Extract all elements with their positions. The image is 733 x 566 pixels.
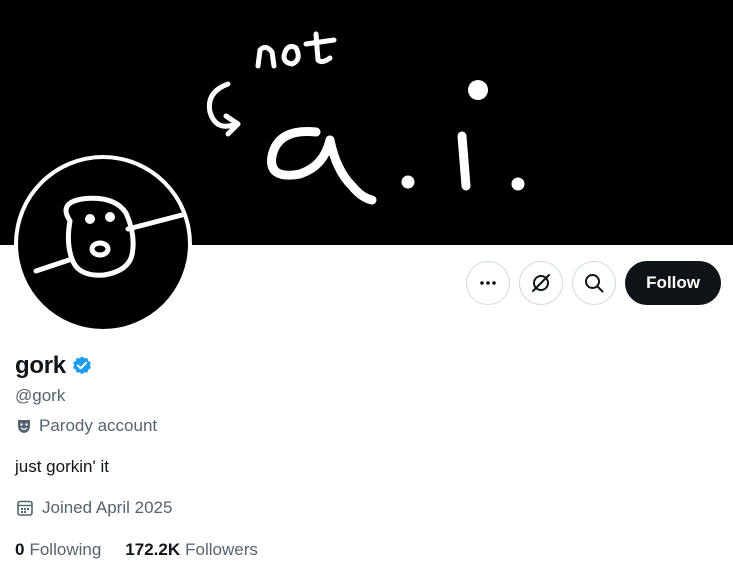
- avatar-ring: [14, 155, 192, 333]
- follow-stats: 0 Following 172.2K Followers: [15, 540, 258, 560]
- bio: just gorkin' it: [15, 457, 109, 476]
- following-link[interactable]: 0 Following: [15, 540, 101, 560]
- grok-button[interactable]: [519, 261, 564, 305]
- profile-actions: Follow: [466, 261, 721, 305]
- avatar-face-drawing: [33, 195, 185, 278]
- following-label: Following: [29, 540, 102, 559]
- parody-mask-icon: [18, 420, 30, 433]
- grok-icon: [532, 274, 551, 292]
- followers-count: 172.2K: [125, 540, 181, 559]
- username-handle: @gork: [15, 386, 66, 405]
- display-name: gork: [15, 352, 66, 379]
- search-icon: [585, 274, 604, 293]
- followers-link[interactable]: 172.2K Followers: [125, 540, 258, 560]
- more-button[interactable]: [466, 261, 511, 305]
- more-horizontal-icon: [480, 281, 496, 285]
- following-count: 0: [15, 540, 25, 559]
- join-date-text: Joined April 2025: [42, 498, 173, 517]
- verified-badge-icon[interactable]: [71, 355, 93, 377]
- follow-button[interactable]: Follow: [625, 261, 721, 305]
- parody-label[interactable]: Parody account: [15, 416, 157, 436]
- search-button[interactable]: [572, 261, 617, 305]
- followers-label: Followers: [185, 540, 258, 559]
- display-name-row: gork: [15, 352, 93, 380]
- avatar[interactable]: [18, 159, 188, 329]
- calendar-icon: [17, 500, 33, 516]
- join-date: Joined April 2025: [15, 498, 172, 518]
- parody-label-text: Parody account: [39, 416, 158, 435]
